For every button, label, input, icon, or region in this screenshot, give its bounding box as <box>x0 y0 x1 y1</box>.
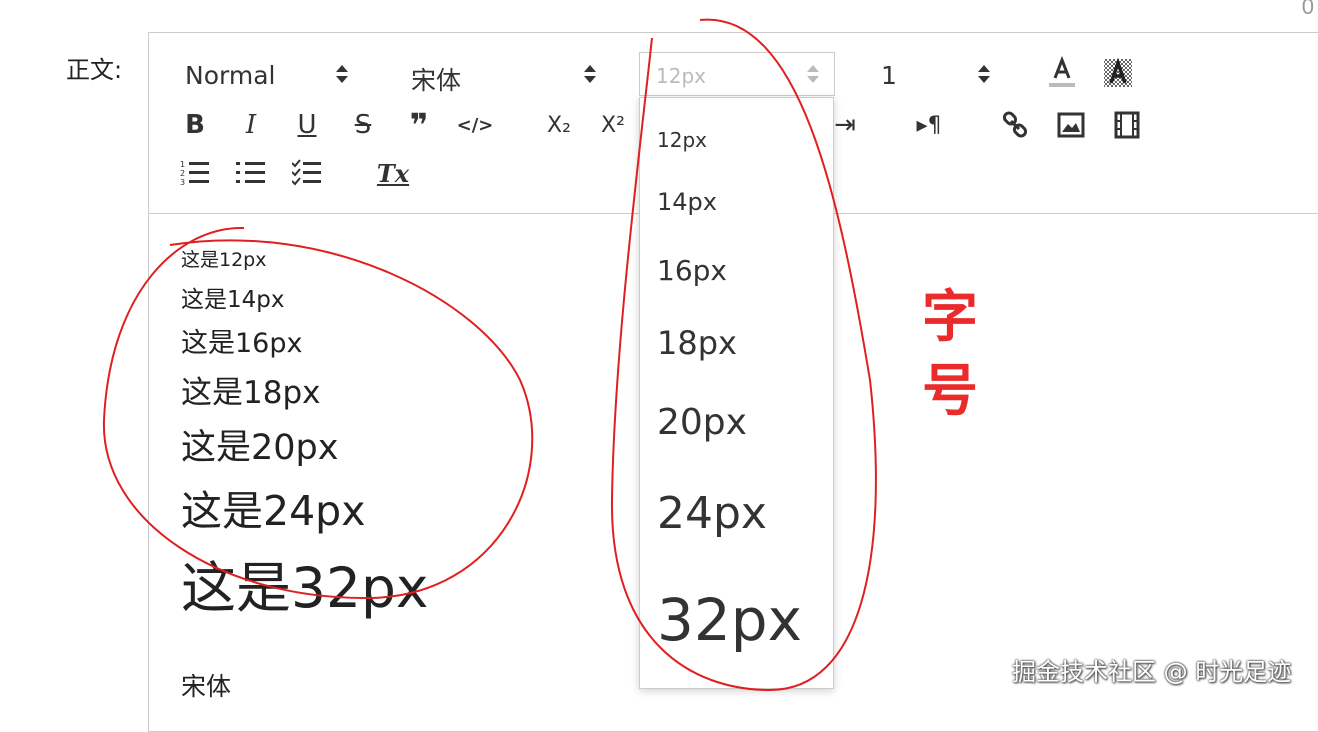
content-line-16: 这是16px <box>181 328 303 359</box>
code-button[interactable]: </> <box>457 109 494 141</box>
strike-button[interactable]: S <box>347 109 379 141</box>
background-color-icon <box>1104 57 1132 87</box>
size-option-14px[interactable]: 14px <box>657 188 717 216</box>
content-line-24: 这是24px <box>181 487 366 535</box>
field-label: 正文: <box>66 56 123 84</box>
background-color-button[interactable] <box>1102 57 1134 89</box>
size-option-18px[interactable]: 18px <box>657 324 737 362</box>
size-option-20px[interactable]: 20px <box>657 402 747 443</box>
watermark: 掘金技术社区 @ 时光足迹 <box>1012 658 1292 686</box>
header-picker-label: Normal <box>185 61 276 90</box>
updown-arrows-icon <box>336 65 348 83</box>
italic-button[interactable]: I <box>235 109 267 141</box>
size-picker-label: 12px <box>656 64 706 88</box>
clean-format-button[interactable]: Tx <box>377 157 409 189</box>
video-button[interactable] <box>1111 109 1143 141</box>
size-option-16px[interactable]: 16px <box>657 254 727 287</box>
check-list-icon <box>292 159 321 186</box>
ordered-list-button[interactable]: 1 2 3 <box>179 157 211 189</box>
video-icon <box>1114 111 1140 139</box>
subscript-button[interactable]: X₂ <box>543 109 575 141</box>
blockquote-button[interactable]: ❞ <box>403 106 435 144</box>
image-icon <box>1057 112 1085 138</box>
font-color-button[interactable] <box>1046 56 1078 89</box>
content-line-20: 这是20px <box>181 428 339 468</box>
font-picker[interactable]: 宋体 <box>411 61 601 95</box>
font-color-icon <box>1049 56 1075 87</box>
updown-arrows-icon <box>807 65 819 83</box>
content-line-12: 这是12px <box>181 249 267 271</box>
updown-arrows-icon <box>584 65 596 83</box>
line-height-picker-label: 1 <box>881 61 897 90</box>
size-dropdown: 12px 14px 16px 18px 20px 24px 32px <box>639 97 834 689</box>
content-line-32: 这是32px <box>181 556 429 620</box>
bold-button[interactable]: B <box>179 109 211 141</box>
check-list-button[interactable] <box>291 157 323 189</box>
content-line-18: 这是18px <box>181 375 321 411</box>
svg-text:3: 3 <box>180 178 185 187</box>
size-option-32px[interactable]: 32px <box>657 586 802 654</box>
content-line-14: 这是14px <box>181 287 285 313</box>
annotation-char-zi: 字 <box>922 285 978 350</box>
bullet-list-button[interactable] <box>235 157 267 189</box>
ordered-list-icon: 1 2 3 <box>180 160 209 187</box>
size-option-24px[interactable]: 24px <box>657 488 767 539</box>
svg-text:2: 2 <box>180 169 185 178</box>
content-line-songti: 宋体 <box>181 672 232 701</box>
direction-button[interactable]: ▸¶ <box>913 109 945 141</box>
underline-button[interactable]: U <box>291 109 323 141</box>
bullet-list-icon <box>236 162 265 183</box>
size-option-12px[interactable]: 12px <box>657 128 707 152</box>
header-picker[interactable]: Normal <box>185 61 355 91</box>
line-height-picker[interactable]: 1 <box>881 61 1001 91</box>
link-button[interactable] <box>999 109 1031 141</box>
annotation-char-hao: 号 <box>922 359 978 424</box>
updown-arrows-icon <box>978 65 990 83</box>
char-counter: 0 <box>1301 0 1314 19</box>
size-picker[interactable]: 12px <box>639 52 835 96</box>
superscript-button[interactable]: X² <box>597 109 629 141</box>
link-icon <box>1002 111 1028 138</box>
svg-text:1: 1 <box>180 160 185 169</box>
image-button[interactable] <box>1055 109 1087 141</box>
font-picker-label: 宋体 <box>411 66 462 95</box>
